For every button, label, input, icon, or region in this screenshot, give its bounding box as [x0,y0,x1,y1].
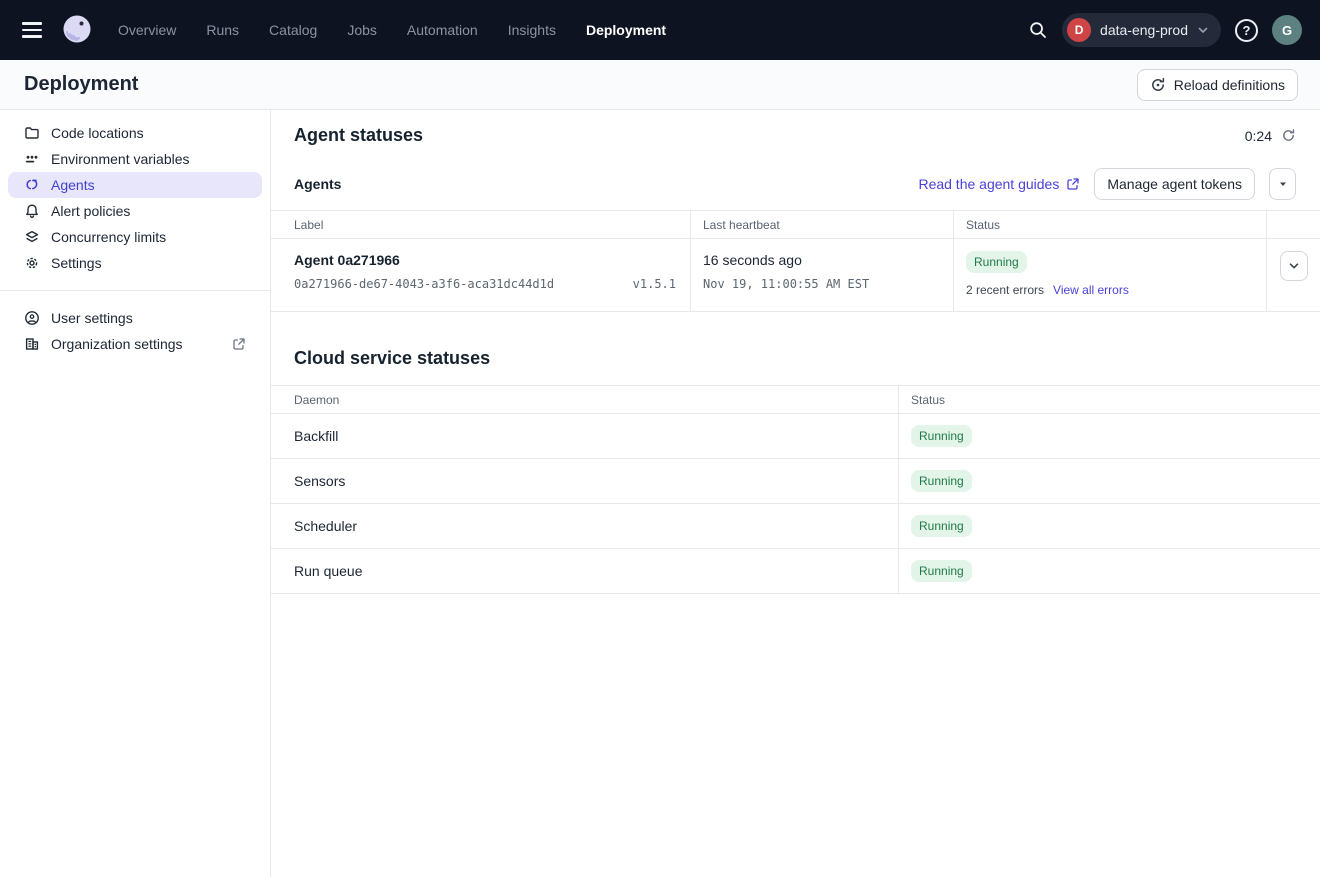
heartbeat-relative: 16 seconds ago [703,251,953,269]
octopus-logo-icon [59,12,95,48]
main-content: Agent statuses 0:24 Agents Read the agen… [271,110,1320,877]
column-header-daemon: Daemon [271,386,899,414]
folder-icon [24,125,40,141]
countdown-value: 0:24 [1245,128,1272,144]
status-badge: Running [911,560,972,582]
read-agent-guides-label: Read the agent guides [918,176,1059,192]
nav-insights[interactable]: Insights [508,22,556,38]
column-header-actions [1267,211,1320,239]
agent-name: Agent 0a271966 [294,251,690,269]
heartbeat-timestamp: Nov 19, 11:00:55 AM EST [703,277,953,291]
recent-errors-count: 2 recent errors [966,283,1044,297]
nav-automation[interactable]: Automation [407,22,478,38]
view-all-errors-link[interactable]: View all errors [1053,283,1129,297]
top-bar: Overview Runs Catalog Jobs Automation In… [0,0,1320,60]
daemon-row-run-queue: Run queue Running [271,549,1320,594]
sidebar-item-label: Code locations [51,125,144,141]
column-header-last-heartbeat: Last heartbeat [691,211,954,239]
daemon-row-sensors: Sensors Running [271,459,1320,504]
cloud-service-statuses-title: Cloud service statuses [294,348,490,369]
sidebar-item-label: Organization settings [51,336,183,352]
column-header-status: Status [954,211,1267,239]
agent-statuses-title: Agent statuses [294,125,423,146]
sidebar-item-code-locations[interactable]: Code locations [8,120,262,146]
page-title: Deployment [24,73,138,96]
sidebar-item-user-settings[interactable]: User settings [8,305,262,331]
agents-subheading: Agents [294,176,341,192]
nav-deployment[interactable]: Deployment [586,22,666,38]
reload-icon [1150,77,1166,93]
status-badge: Running [911,515,972,537]
agents-table: Label Last heartbeat Status Agent 0a2719… [271,210,1320,312]
help-icon[interactable]: ? [1235,19,1258,42]
sidebar-divider [0,290,270,291]
page-header: Deployment Reload definitions [0,60,1320,110]
agent-version: v1.5.1 [633,277,676,291]
building-icon [24,336,40,352]
column-header-label: Label [271,211,691,239]
layers-icon [24,229,40,245]
agent-row-expand-button[interactable] [1280,251,1308,281]
deployment-name: data-eng-prod [1100,22,1188,38]
nav-overview[interactable]: Overview [118,22,176,38]
daemon-name: Backfill [271,414,899,458]
gear-icon [24,255,40,271]
column-header-status: Status [899,386,1320,414]
sidebar-item-alert-policies[interactable]: Alert policies [8,198,262,224]
nav-catalog[interactable]: Catalog [269,22,317,38]
search-icon[interactable] [1028,20,1048,40]
sidebar-item-settings[interactable]: Settings [8,250,262,276]
nav-runs[interactable]: Runs [206,22,239,38]
sidebar-item-label: Alert policies [51,203,130,219]
deployment-switcher[interactable]: D data-eng-prod [1062,13,1221,47]
agent-row: Agent 0a271966 0a271966-de67-4043-a3f6-a… [271,239,1320,311]
manage-agent-tokens-label: Manage agent tokens [1107,176,1242,192]
sidebar-item-organization-settings[interactable]: Organization settings [8,331,262,357]
refresh-countdown: 0:24 [1245,128,1296,144]
cloud-service-table: Daemon Status Backfill Running Sensors R… [271,385,1320,594]
sidebar-item-label: Agents [51,177,95,193]
sidebar-item-label: Concurrency limits [51,229,166,245]
sidebar-item-label: Environment variables [51,151,190,167]
bell-icon [24,203,40,219]
reload-definitions-button[interactable]: Reload definitions [1137,69,1298,101]
status-badge: Running [966,251,1027,273]
deployment-initial-badge: D [1067,18,1091,42]
reload-definitions-label: Reload definitions [1174,77,1285,93]
refresh-icon[interactable] [1281,128,1296,143]
manage-agent-tokens-button[interactable]: Manage agent tokens [1094,168,1255,200]
chevron-down-icon [1197,24,1209,36]
nav-jobs[interactable]: Jobs [347,22,377,38]
agents-more-actions-button[interactable] [1269,168,1296,200]
daemon-row-scheduler: Scheduler Running [271,504,1320,549]
read-agent-guides-link[interactable]: Read the agent guides [918,176,1080,192]
user-avatar[interactable]: G [1272,15,1302,45]
deployment-sidebar: Code locations Environment variables Age… [0,110,271,877]
chevron-down-icon [1288,260,1300,272]
daemon-row-backfill: Backfill Running [271,414,1320,459]
sidebar-item-label: User settings [51,310,133,326]
agent-icon [24,177,40,193]
env-vars-icon [24,151,40,167]
status-badge: Running [911,470,972,492]
daemon-name: Sensors [271,459,899,503]
sidebar-item-agents[interactable]: Agents [8,172,262,198]
daemon-name: Scheduler [271,504,899,548]
daemon-name: Run queue [271,549,899,593]
external-link-icon [232,337,246,351]
sidebar-item-label: Settings [51,255,102,271]
sidebar-item-concurrency-limits[interactable]: Concurrency limits [8,224,262,250]
hamburger-menu-icon[interactable] [18,16,46,44]
user-circle-icon [24,310,40,326]
external-link-icon [1066,177,1080,191]
primary-nav: Overview Runs Catalog Jobs Automation In… [118,22,666,38]
agent-id: 0a271966-de67-4043-a3f6-aca31dc44d1d [294,277,554,291]
sidebar-item-environment-variables[interactable]: Environment variables [8,146,262,172]
caret-down-icon [1278,179,1288,189]
dagster-logo[interactable] [58,11,96,49]
status-badge: Running [911,425,972,447]
